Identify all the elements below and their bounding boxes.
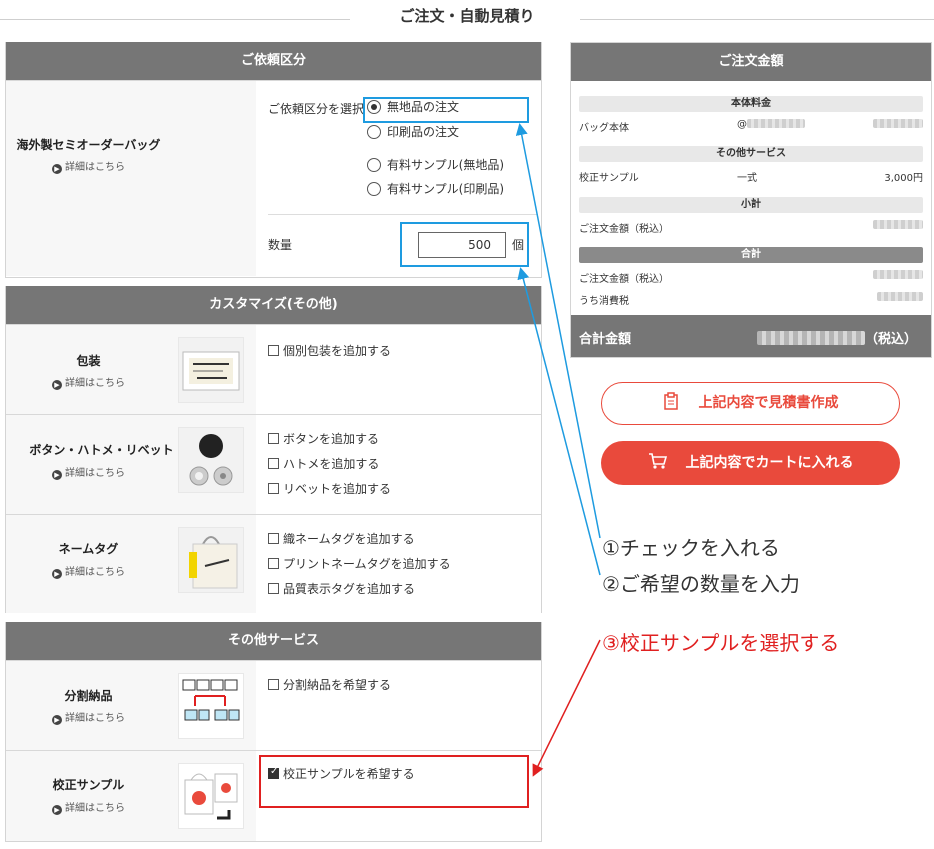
checkbox[interactable] (268, 558, 279, 569)
summary-base-title: 本体料金 (579, 96, 923, 112)
annotation-step2: ②ご希望の数量を入力 (602, 572, 800, 596)
details-link[interactable]: ▶ 詳細はこちら (6, 464, 171, 480)
customize-section: カスタマイズ(その他) 包装 ▶ 詳細はこちら 個別包装を追加する ボタン・ハトメ… (5, 286, 542, 613)
details-link[interactable]: ▶ 詳細はこちら (6, 799, 171, 815)
customize-row-packaging: 包装 ▶ 詳細はこちら 個別包装を追加する (6, 324, 541, 414)
checkbox-eyelet[interactable]: ハトメを追加する (268, 455, 379, 472)
summary-other-title: その他サービス (579, 146, 923, 162)
summary-tax-line: うち消費税 (579, 292, 923, 307)
item-name: 校正サンプル (52, 778, 125, 792)
details-link[interactable]: ▶ 詳細はこちら (6, 709, 171, 725)
summary-total-title: 合計 (579, 247, 923, 263)
item-name: 分割納品 (64, 689, 113, 703)
request-section-header: ご依頼区分 (6, 42, 541, 80)
annotation-step3: ③校正サンプルを選択する (602, 631, 840, 655)
arrow-step3 (532, 639, 601, 777)
name-tag-image (178, 527, 244, 593)
highlight-proof-sample (259, 755, 529, 808)
checkbox[interactable] (268, 433, 279, 444)
service-section: その他サービス 分割納品 ▶ 詳細はこちら 分割納品を希望する 校正サンプル ▶ 詳… (5, 622, 542, 842)
details-link[interactable]: ▶ 詳細はこちら (6, 374, 171, 390)
radio-button[interactable] (367, 182, 381, 196)
blurred-value (873, 270, 923, 279)
blurred-value (873, 220, 923, 229)
checkbox[interactable] (268, 533, 279, 544)
order-summary: ご注文金額 本体料金 バッグ本体 @ その他サービス 校正サンプル 一式 3,0… (570, 42, 932, 358)
split-delivery-image (178, 673, 244, 739)
play-icon: ▶ (52, 569, 62, 579)
blurred-value (747, 119, 805, 128)
summary-header: ご注文金額 (571, 43, 931, 81)
product-name: 海外製セミオーダーバッグ (16, 138, 161, 152)
radio-button[interactable] (367, 125, 381, 139)
button-image (178, 427, 244, 493)
customize-section-header: カスタマイズ(その他) (6, 286, 541, 324)
item-name: ネームタグ (58, 542, 119, 556)
play-icon: ▶ (52, 805, 62, 815)
divider (268, 214, 538, 215)
checkbox[interactable] (268, 458, 279, 469)
highlight-qty (400, 222, 529, 267)
blurred-value (756, 331, 865, 345)
checkbox-split-delivery[interactable]: 分割納品を希望する (268, 676, 391, 693)
details-link[interactable]: ▶ 詳細はこちら (6, 158, 171, 174)
radio-print-order[interactable]: 印刷品の注文 (367, 123, 459, 140)
summary-subtotal-line: ご注文金額（税込） (579, 220, 923, 235)
checkbox-button[interactable]: ボタンを追加する (268, 430, 379, 447)
checkbox-individual-packaging[interactable]: 個別包装を追加する (268, 342, 391, 359)
play-icon: ▶ (52, 470, 62, 480)
service-section-header: その他サービス (6, 622, 541, 660)
checkbox[interactable] (268, 679, 279, 690)
item-name: ボタン・ハトメ・リベット (29, 443, 174, 457)
service-row-split-delivery: 分割納品 ▶ 詳細はこちら 分割納品を希望する (6, 660, 541, 750)
create-estimate-button[interactable]: 上記内容で見積書作成 (601, 382, 900, 425)
summary-grand-total: 合計金額 （税込） (571, 315, 931, 357)
request-select-label: ご依頼区分を選択 (268, 102, 365, 116)
item-name: 包装 (76, 354, 101, 368)
highlight-radio (363, 97, 529, 123)
summary-total-line: ご注文金額（税込） (579, 270, 923, 285)
annotation-step1: ①チェックを入れる (602, 536, 780, 560)
summary-proof-line: 校正サンプル 一式 3,000円 (579, 173, 923, 184)
packaging-image (178, 337, 244, 403)
radio-paid-sample-plain[interactable]: 有料サンプル(無地品) (367, 156, 504, 173)
qty-label: 数量 (268, 238, 293, 252)
checkbox[interactable] (268, 583, 279, 594)
checkbox-quality-tag[interactable]: 品質表示タグを追加する (268, 580, 415, 597)
radio-paid-sample-print[interactable]: 有料サンプル(印刷品) (367, 180, 504, 197)
blurred-value (873, 119, 923, 128)
radio-button[interactable] (367, 158, 381, 172)
checkbox-rivet[interactable]: リベットを追加する (268, 480, 391, 497)
play-icon: ▶ (52, 380, 62, 390)
summary-subtotal-title: 小計 (579, 197, 923, 213)
proof-sample-image (178, 763, 244, 829)
blurred-value (877, 292, 923, 301)
add-to-cart-button[interactable]: 上記内容でカートに入れる (601, 441, 900, 485)
play-icon: ▶ (52, 164, 62, 174)
play-icon: ▶ (52, 715, 62, 725)
customize-row-name-tag: ネームタグ ▶ 詳細はこちら 織ネームタグを追加する プリントネームタグを追加する… (6, 514, 541, 613)
checkbox-woven-name-tag[interactable]: 織ネームタグを追加する (268, 530, 415, 547)
summary-bag-line: バッグ本体 @ (579, 119, 923, 134)
page-title: ご注文・自動見積り (0, 5, 934, 26)
checkbox[interactable] (268, 483, 279, 494)
checkbox-print-name-tag[interactable]: プリントネームタグを追加する (268, 555, 451, 572)
customize-row-buttons: ボタン・ハトメ・リベット ▶ 詳細はこちら ボタンを追加する ハトメを追加する リ… (6, 414, 541, 514)
clipboard-icon (663, 392, 678, 410)
cart-icon (648, 453, 667, 469)
checkbox[interactable] (268, 345, 279, 356)
details-link[interactable]: ▶ 詳細はこちら (6, 563, 171, 579)
